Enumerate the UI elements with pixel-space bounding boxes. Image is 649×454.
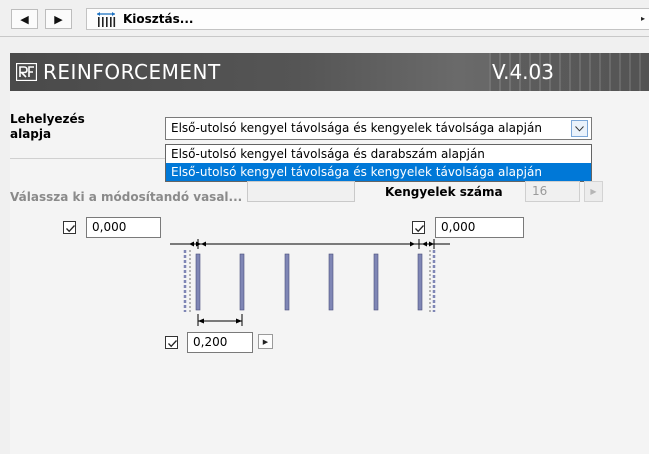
- forward-button[interactable]: ▶: [45, 9, 72, 29]
- dimension-arrow: [189, 241, 194, 247]
- stirrup-count-arrow-button: ▶: [584, 181, 603, 202]
- first-offset-input[interactable]: 0,000: [86, 217, 161, 238]
- banner-title: REINFORCEMENT: [43, 60, 221, 84]
- last-offset-input[interactable]: 0,000: [435, 217, 524, 238]
- placement-options-list: Első-utolsó kengyel távolsága és darabsz…: [165, 144, 592, 182]
- dimension-arrow: [422, 241, 427, 247]
- dimension-arrow: [410, 241, 415, 247]
- dimension-arrow: [429, 241, 434, 247]
- placement-option-highlighted[interactable]: Első-utolsó kengyel távolsága és kengyel…: [166, 163, 591, 181]
- checkmark-icon: [168, 340, 177, 348]
- stirrup-bar: [195, 253, 201, 311]
- stirrup-count-label: Kengyelek száma: [385, 185, 503, 199]
- back-arrow-icon: ◀: [20, 12, 29, 26]
- dimension-arrow: [201, 241, 206, 247]
- play-icon: ▶: [262, 337, 269, 346]
- rf-logo-icon: [16, 63, 37, 81]
- tab-distribution[interactable]: Kiosztás... ▸: [86, 8, 649, 30]
- checkmark-icon: [66, 225, 75, 233]
- rebar-distribution-icon: [97, 12, 116, 27]
- play-icon: ▶: [590, 187, 597, 196]
- placement-select-value: Első-utolsó kengyel távolsága és kengyel…: [171, 121, 542, 135]
- stirrup-bar: [373, 253, 379, 311]
- checkmark-icon: [415, 225, 424, 233]
- tab-menu-icon[interactable]: ▸: [641, 14, 645, 23]
- stirrup-bar: [328, 253, 334, 311]
- chevron-down-icon[interactable]: [571, 120, 588, 137]
- rebar-select-label: Válassza ki a módosítandó vasal...: [10, 190, 243, 204]
- stirrup-bar: [417, 253, 423, 311]
- toolbar: ◀ ▶ Kiosztás... ▸: [0, 0, 649, 37]
- version-label: V.4.03: [492, 60, 554, 84]
- stirrup-distribution-diagram: [170, 239, 450, 326]
- spacing-input[interactable]: 0,200: [187, 332, 253, 353]
- placement-select[interactable]: Első-utolsó kengyel távolsága és kengyel…: [165, 117, 592, 140]
- first-offset-checkbox[interactable]: [63, 221, 76, 234]
- spacing-arrow-button[interactable]: ▶: [258, 334, 273, 349]
- back-button[interactable]: ◀: [11, 9, 38, 29]
- stirrup-count-field: 16: [525, 181, 580, 202]
- rebar-select-field: [247, 181, 355, 202]
- stirrup-bar: [284, 253, 290, 311]
- stirrup-bar: [239, 253, 245, 311]
- placement-label: Lehelyezés alapja: [10, 112, 85, 141]
- spacing-checkbox[interactable]: [165, 336, 178, 349]
- tab-title: Kiosztás...: [123, 12, 194, 26]
- last-offset-checkbox[interactable]: [412, 221, 425, 234]
- reinforcement-banner: REINFORCEMENT V.4.03: [10, 53, 649, 91]
- forward-arrow-icon: ▶: [54, 12, 63, 26]
- placement-option[interactable]: Első-utolsó kengyel távolsága és darabsz…: [166, 145, 591, 163]
